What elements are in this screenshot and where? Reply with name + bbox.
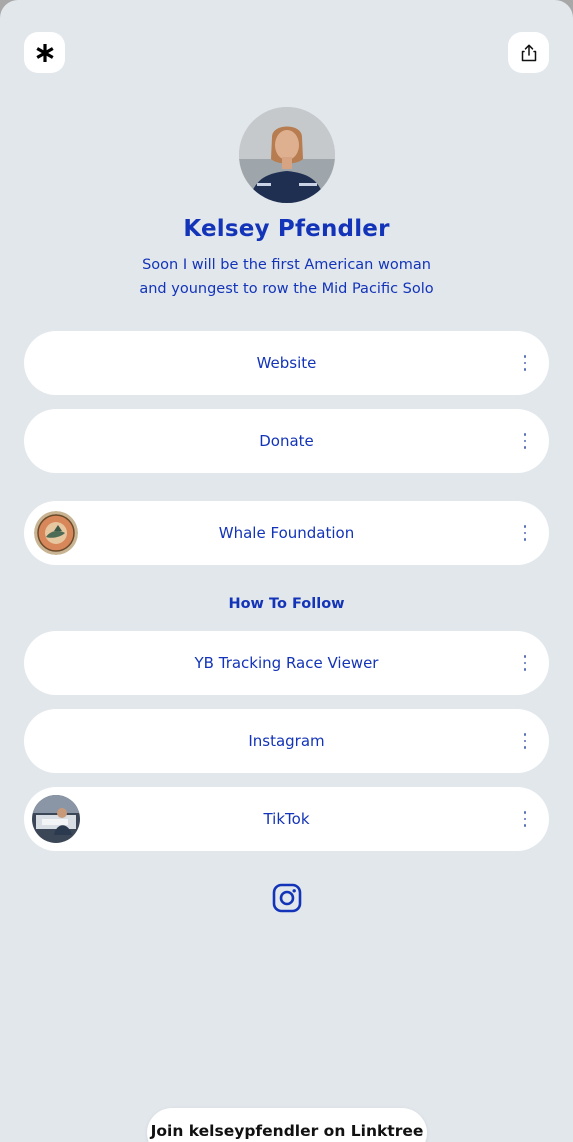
- more-options-icon[interactable]: [521, 433, 529, 449]
- join-linktree-button[interactable]: Join kelseypfendler on Linktree: [147, 1108, 427, 1142]
- linktree-page: Kelsey Pfendler Soon I will be the first…: [0, 0, 573, 1142]
- more-options-icon[interactable]: [521, 525, 529, 541]
- link-instagram[interactable]: Instagram: [24, 709, 549, 773]
- link-yb-tracking[interactable]: YB Tracking Race Viewer: [24, 631, 549, 695]
- link-label: YB Tracking Race Viewer: [194, 654, 379, 672]
- share-button[interactable]: [508, 32, 549, 73]
- profile-avatar: [239, 107, 335, 203]
- link-tiktok[interactable]: TikTok: [24, 787, 549, 851]
- profile-name: Kelsey Pfendler: [183, 216, 390, 242]
- more-options-icon[interactable]: [521, 355, 529, 371]
- section-heading: How To Follow: [228, 596, 345, 612]
- link-whale-foundation[interactable]: Whale Foundation: [24, 501, 549, 565]
- link-label: TikTok: [263, 810, 310, 828]
- link-label: Whale Foundation: [218, 524, 355, 542]
- share-icon: [521, 44, 536, 61]
- link-label: Donate: [259, 432, 314, 450]
- linktree-logo-button[interactable]: [24, 32, 65, 73]
- tiktok-thumbnail: [32, 795, 80, 843]
- whale-foundation-thumbnail: [34, 511, 78, 555]
- linktree-asterisk-icon: [35, 43, 54, 62]
- bio-line-2: and youngest to row the Mid Pacific Solo: [139, 281, 434, 297]
- link-label: Instagram: [248, 732, 325, 750]
- bio-line-1: Soon I will be the first American woman: [142, 257, 431, 273]
- instagram-social-link[interactable]: [271, 882, 303, 914]
- instagram-icon: [272, 883, 302, 913]
- link-website[interactable]: Website: [24, 331, 549, 395]
- more-options-icon[interactable]: [521, 811, 529, 827]
- more-options-icon[interactable]: [521, 733, 529, 749]
- link-label: Website: [256, 354, 317, 372]
- link-donate[interactable]: Donate: [24, 409, 549, 473]
- more-options-icon[interactable]: [521, 655, 529, 671]
- profile-bio: Soon I will be the first American woman …: [110, 253, 463, 301]
